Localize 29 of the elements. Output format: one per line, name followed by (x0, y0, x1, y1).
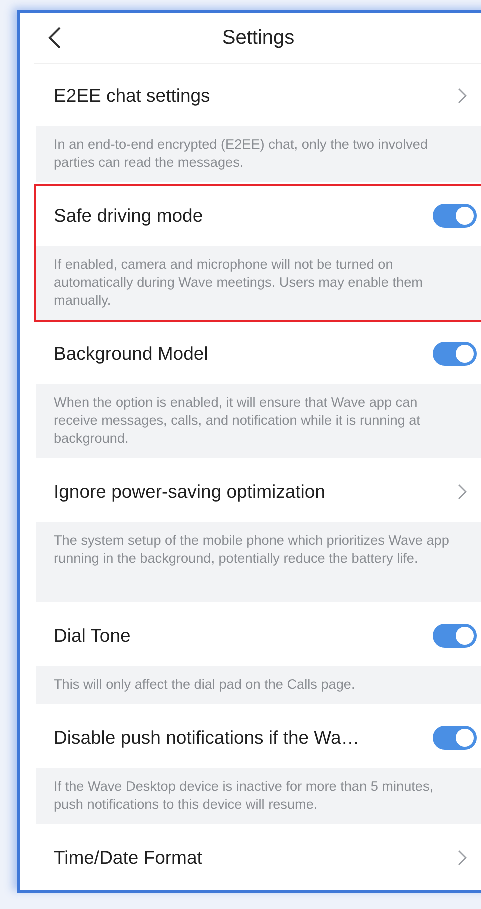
setting-description: If the Wave Desktop device is inactive for more than 5 minutes, push notifications to this device will resume. (36, 768, 481, 824)
setting-title: Disable push notifications if the Wa… (54, 727, 361, 749)
page-title: Settings (221, 26, 296, 50)
setting-row[interactable]: E2EE chat settings (36, 66, 481, 126)
toggle-switch[interactable] (433, 726, 477, 750)
setting-title: Background Model (54, 343, 210, 365)
setting-row[interactable]: Ignore power-saving optimization (36, 462, 481, 522)
setting-title: E2EE chat settings (54, 85, 212, 107)
toggle-switch[interactable] (433, 624, 477, 648)
setting-row[interactable]: Time/Date Format (36, 828, 481, 888)
chevron-right-icon (458, 484, 467, 500)
setting-description: This will only affect the dial pad on the Calls page. (36, 666, 481, 704)
back-icon[interactable] (48, 27, 62, 49)
setting-description: The system setup of the mobile phone which prioritizes Wave app running in the background, potentially reduce the battery life. (36, 522, 481, 602)
setting-row[interactable]: Disable push notifications if the Wa… (36, 708, 481, 768)
chevron-right-icon (458, 88, 467, 104)
chevron-right-icon (458, 850, 467, 866)
setting-row[interactable]: Safe driving mode (36, 186, 481, 246)
toggle-switch[interactable] (433, 204, 477, 228)
setting-title: Time/Date Format (54, 847, 204, 869)
setting-title: Safe driving mode (54, 205, 204, 227)
setting-row[interactable]: Dial Tone (36, 606, 481, 666)
setting-description: If enabled, camera and microphone will not be turned on automatically during Wave meetings. Users may enable them manually. (36, 246, 481, 320)
setting-row[interactable]: Background Model (36, 324, 481, 384)
setting-description: In an end-to-end encrypted (E2EE) chat, only the two involved parties can read the messages. (36, 126, 481, 182)
toggle-switch[interactable] (433, 342, 477, 366)
setting-title: Dial Tone (54, 625, 132, 647)
setting-title: Ignore power-saving optimization (54, 481, 326, 503)
setting-description: When the option is enabled, it will ensure that Wave app can receive messages, calls, and notification while it is running at background. (36, 384, 481, 458)
